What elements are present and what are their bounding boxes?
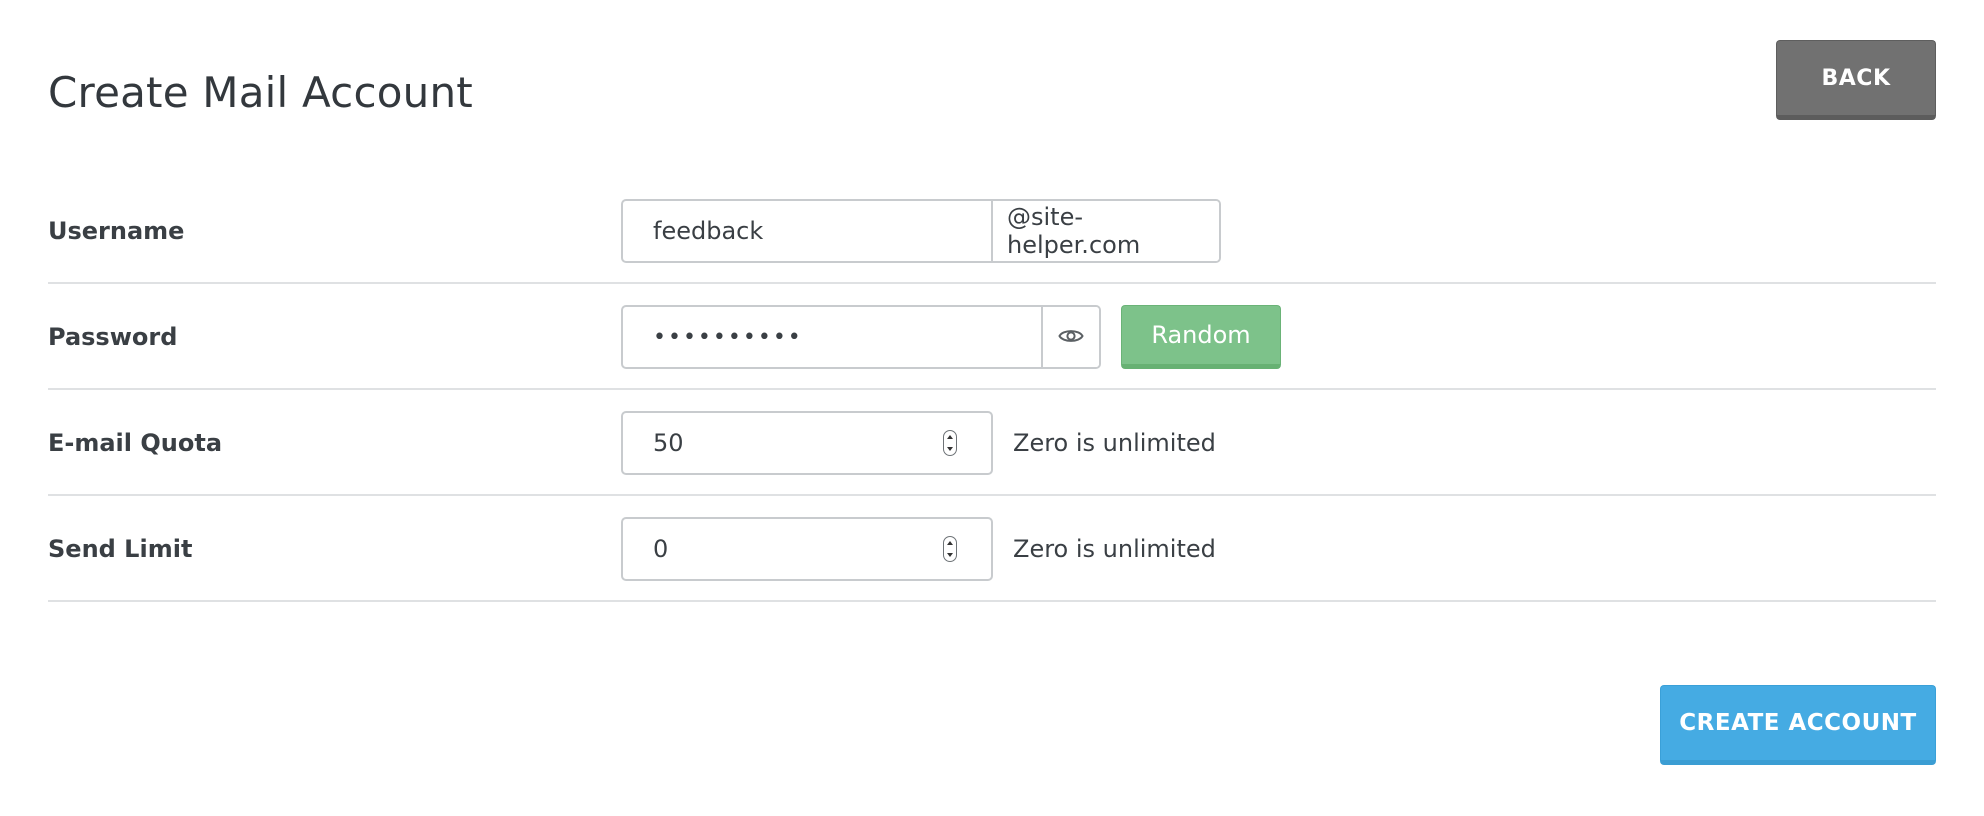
username-input-group: @site-helper.com xyxy=(621,199,1221,263)
username-control: @site-helper.com xyxy=(621,199,1221,263)
send-limit-row: Send Limit Zero is unlimited xyxy=(48,496,1936,602)
email-quota-control: Zero is unlimited xyxy=(621,411,1216,475)
back-button[interactable]: BACK xyxy=(1776,40,1936,120)
send-limit-hint: Zero is unlimited xyxy=(1013,535,1216,563)
page-title: Create Mail Account xyxy=(48,68,473,117)
password-control: Random xyxy=(621,305,1281,369)
email-quota-label: E-mail Quota xyxy=(48,429,223,457)
email-quota-row: E-mail Quota Zero is unlimited xyxy=(48,390,1936,496)
send-limit-input[interactable] xyxy=(623,519,943,579)
send-limit-input-group xyxy=(621,517,993,581)
password-row: Password Random xyxy=(48,284,1936,390)
create-mail-account-page: Create Mail Account BACK Username @site-… xyxy=(48,0,1936,816)
random-password-button[interactable]: Random xyxy=(1121,305,1281,369)
email-quota-input[interactable] xyxy=(623,413,943,473)
stepper-up-icon[interactable] xyxy=(947,435,953,439)
password-label: Password xyxy=(48,323,178,351)
password-input[interactable] xyxy=(623,307,1041,367)
eye-icon xyxy=(1058,323,1084,351)
username-input[interactable] xyxy=(623,201,991,261)
stepper-up-icon[interactable] xyxy=(947,541,953,545)
send-limit-stepper[interactable] xyxy=(943,536,957,562)
domain-suffix: @site-helper.com xyxy=(991,201,1219,261)
stepper-down-icon[interactable] xyxy=(947,447,953,451)
email-quota-input-group xyxy=(621,411,993,475)
email-quota-hint: Zero is unlimited xyxy=(1013,429,1216,457)
email-quota-stepper[interactable] xyxy=(943,430,957,456)
show-password-toggle[interactable] xyxy=(1041,307,1099,367)
send-limit-label: Send Limit xyxy=(48,535,193,563)
username-label: Username xyxy=(48,217,185,245)
stepper-down-icon[interactable] xyxy=(947,553,953,557)
username-row: Username @site-helper.com xyxy=(48,178,1936,284)
create-account-button[interactable]: CREATE ACCOUNT xyxy=(1660,685,1936,765)
password-input-group xyxy=(621,305,1101,369)
send-limit-control: Zero is unlimited xyxy=(621,517,1216,581)
